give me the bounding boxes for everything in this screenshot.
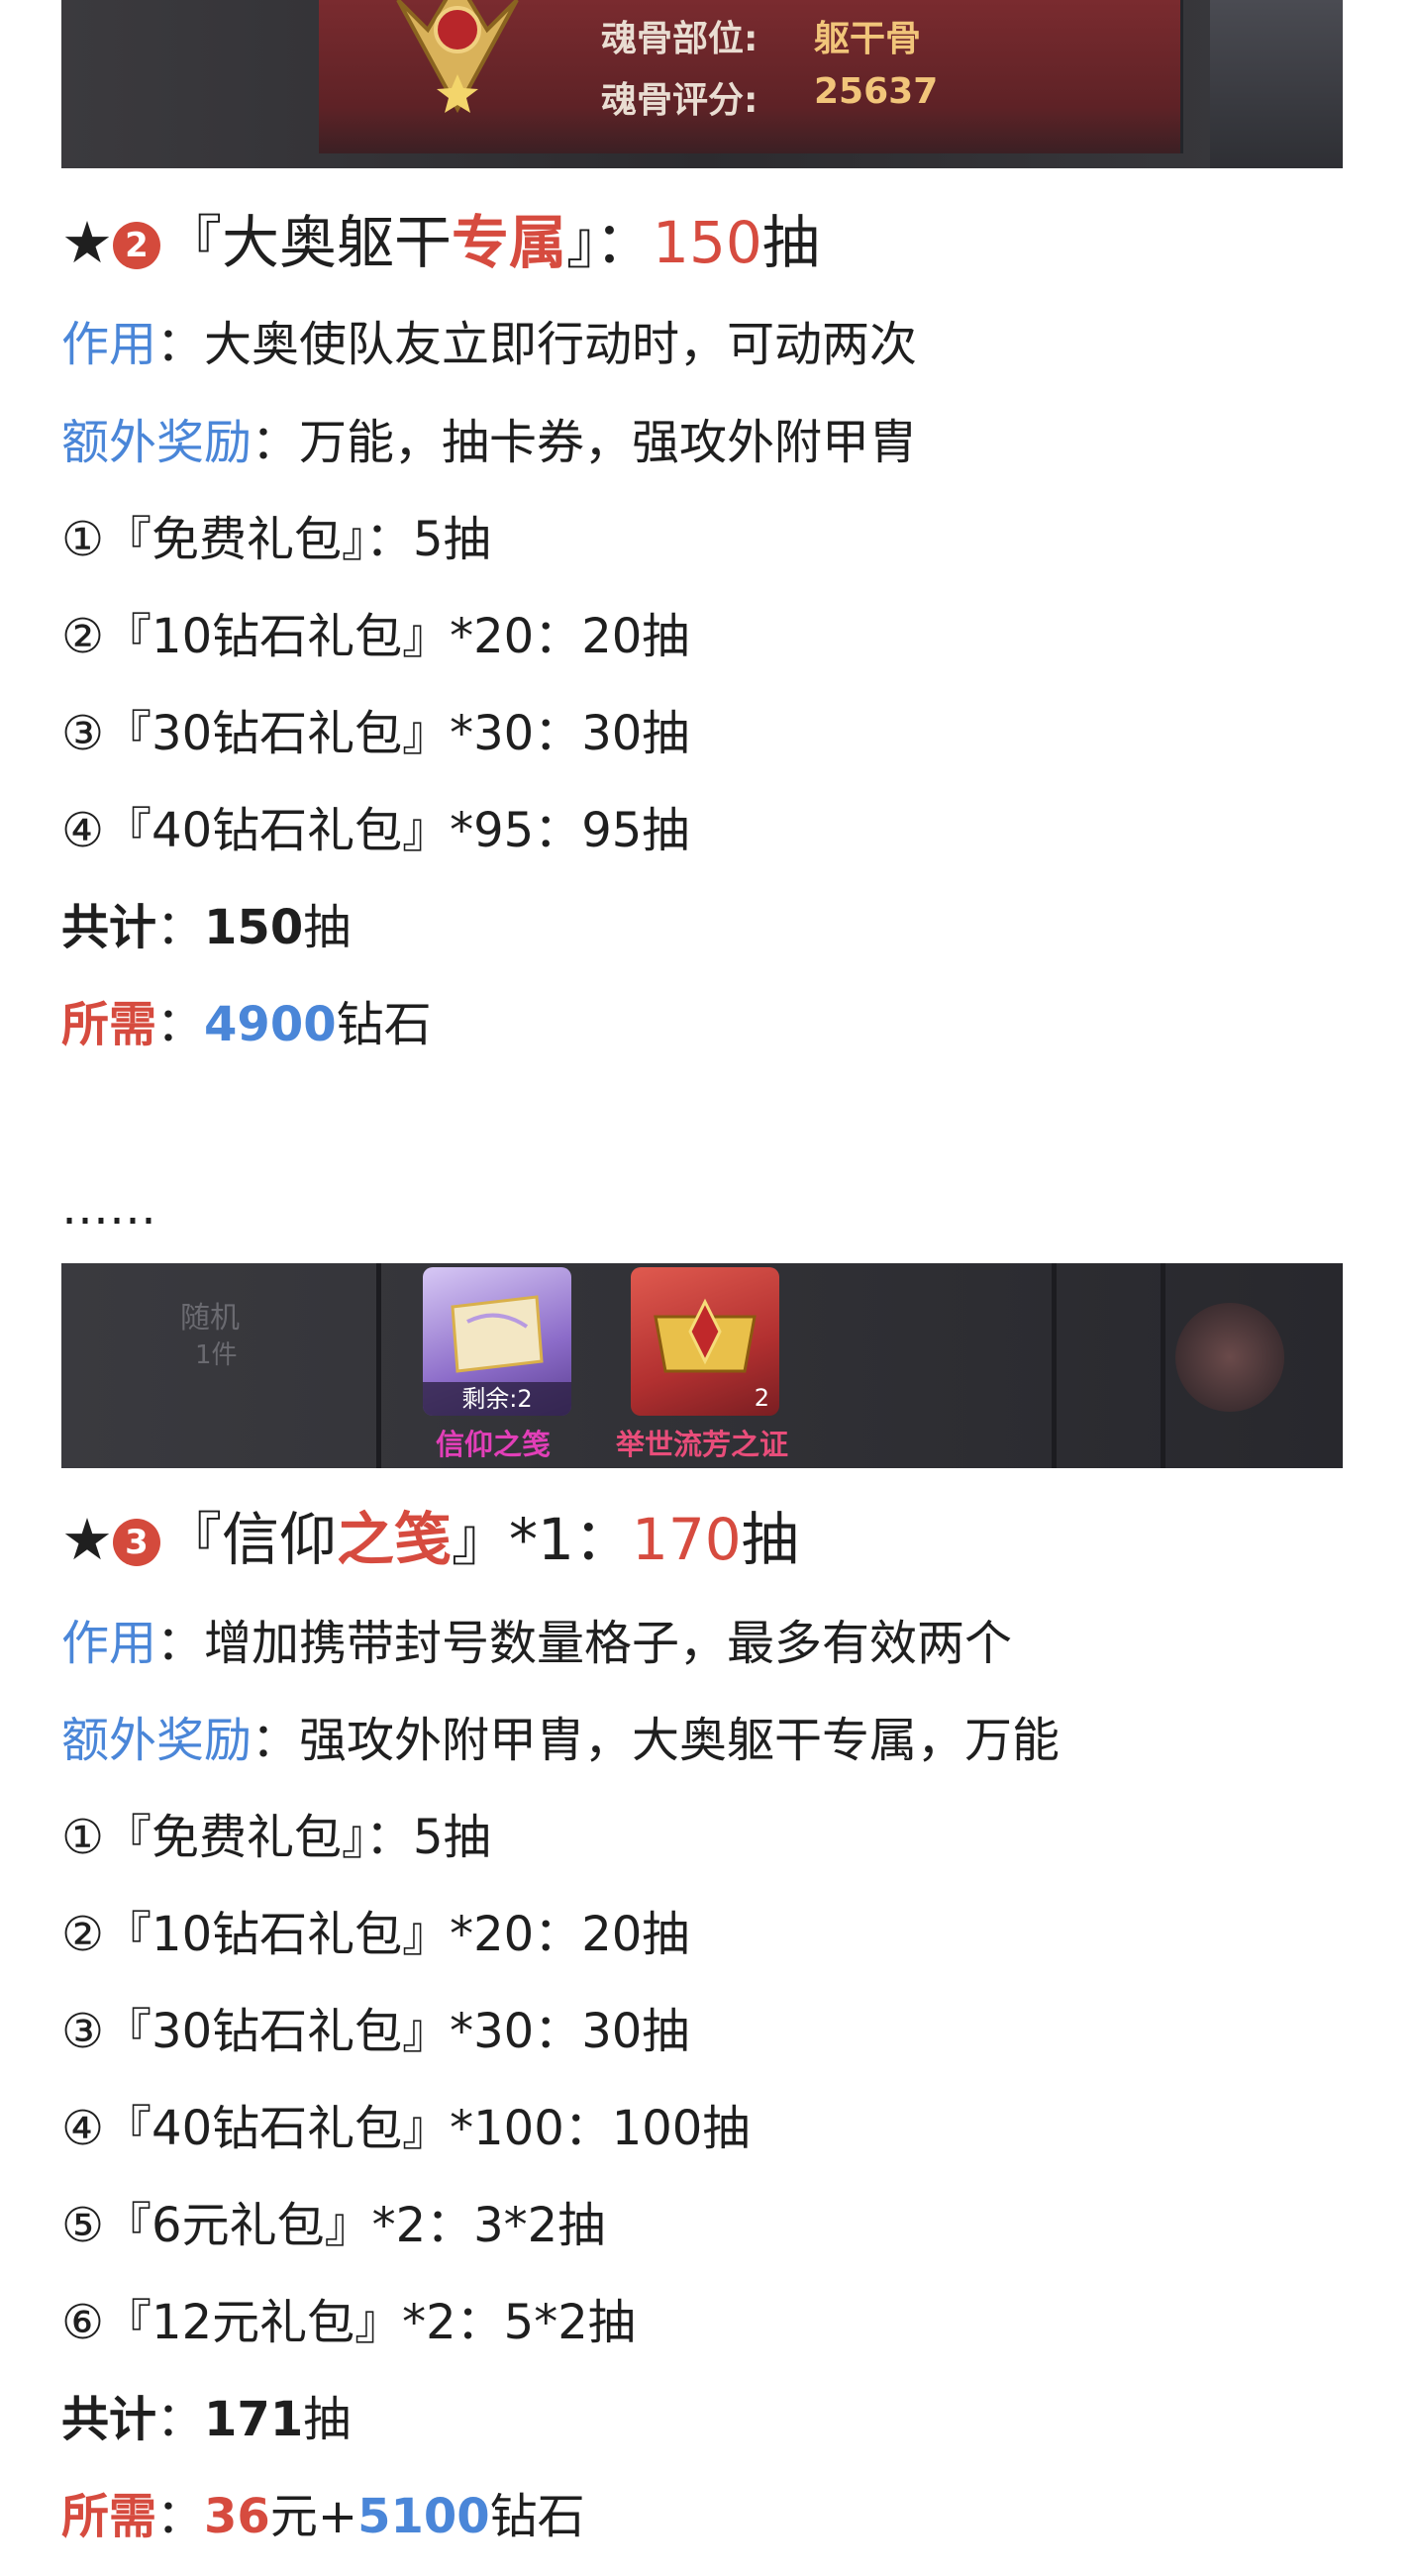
section-2-heading: ★ 2 『大奥躯干专属』：150抽	[61, 208, 820, 277]
cost-label: 所需	[61, 2489, 157, 2544]
star-icon: ★	[61, 209, 113, 276]
bone-score-value: 25637	[814, 71, 939, 112]
effect-line: 作用：大奥使队友立即行动时，可动两次	[61, 315, 917, 374]
list-item: ②『10钻石礼包』*20：20抽	[61, 609, 690, 664]
glory-emblem-icon	[654, 1298, 757, 1373]
bone-score-label: 魂骨评分:	[601, 80, 759, 121]
bonus-line: 额外奖励：强攻外附甲胄，大奥躯干专属，万能	[61, 1711, 1060, 1770]
total-label: 共计	[61, 2392, 157, 2447]
total-unit: 抽	[303, 2392, 352, 2447]
bone-part-value: 躯干骨	[814, 19, 922, 59]
glory-proof-caption: 举世流芳之证	[616, 1428, 789, 1461]
total-number: 171	[204, 2392, 304, 2447]
effect-label: 作用	[61, 1616, 157, 1671]
number-badge: 3	[113, 1519, 160, 1566]
total-unit: 抽	[303, 900, 352, 955]
faith-letter-card[interactable]: 剩余:2	[423, 1267, 571, 1416]
soul-bone-banner: 魂骨部位: 躯干骨 魂骨评分: 25637	[61, 0, 1343, 168]
random-label: 随机	[180, 1301, 240, 1336]
effect-text: ：大奥使队友立即行动时，可动两次	[156, 317, 918, 372]
list-item: ④『40钻石礼包』*100：100抽	[61, 2101, 751, 2156]
heading-count: 150	[653, 209, 762, 276]
banner-divider	[1052, 1263, 1057, 1468]
glory-proof-card[interactable]: 2	[631, 1267, 779, 1416]
bonus-label: 额外奖励	[61, 1713, 253, 1768]
effect-line: 作用：增加携带封号数量格子，最多有效两个	[61, 1614, 1012, 1673]
heading-title-part: 『大奥躯干	[164, 209, 453, 276]
section-3-heading: ★ 3 『信仰之笺』*1：170抽	[61, 1505, 799, 1574]
total-sep: ：	[156, 900, 205, 955]
heading-title-highlight: 之笺	[337, 1506, 453, 1573]
list-item: ④『40钻石礼包』*95：95抽	[61, 803, 690, 858]
banner-side-frame	[1210, 0, 1343, 168]
total-label: 共计	[61, 900, 157, 955]
random-count-label: 1件	[195, 1340, 238, 1370]
cost-sep: ：	[156, 2489, 205, 2544]
total-number: 150	[204, 900, 304, 955]
list-item: ③『30钻石礼包』*30：30抽	[61, 706, 690, 761]
heading-title-highlight: 专属	[452, 209, 567, 276]
heading-count-unit: 抽	[761, 209, 820, 276]
cost-label: 所需	[61, 997, 157, 1052]
cost-number-diamond: 5100	[357, 2489, 490, 2544]
bonus-text: ：万能，抽卡券，强攻外附甲胄	[252, 415, 918, 470]
faith-letter-caption: 信仰之笺	[436, 1428, 552, 1461]
heading-title-part: 』：	[566, 209, 654, 276]
cost-unit-yuan: 元+	[269, 2489, 358, 2544]
list-item: ⑥『12元礼包』*2：5*2抽	[61, 2295, 636, 2350]
total-line: 共计：171抽	[61, 2390, 351, 2449]
cost-line: 所需：4900钻石	[61, 995, 432, 1054]
banner-divider	[1161, 1263, 1165, 1468]
list-item: ⑤『6元礼包』*2：3*2抽	[61, 2198, 606, 2253]
cost-number-yuan: 36	[204, 2489, 270, 2544]
effect-label: 作用	[61, 317, 157, 372]
effect-text: ：增加携带封号数量格子，最多有效两个	[156, 1616, 1013, 1671]
bonus-label: 额外奖励	[61, 415, 253, 470]
letter-icon	[451, 1295, 544, 1373]
cost-line: 所需：36元+5100钻石	[61, 2487, 585, 2546]
cost-sep: ：	[156, 997, 205, 1052]
number-badge: 2	[113, 222, 160, 269]
quantity-badge: 2	[754, 1384, 769, 1412]
star-icon: ★	[61, 1506, 113, 1573]
heading-count-unit: 抽	[741, 1506, 799, 1573]
soul-bone-emblem-icon	[396, 0, 519, 114]
locked-item-icon	[1175, 1303, 1284, 1412]
banner-divider	[376, 1263, 381, 1468]
list-item: ②『10钻石礼包』*20：20抽	[61, 1907, 690, 1962]
reward-items-banner: 随机 1件 剩余:2 信仰之笺 2 举世流芳之证	[61, 1263, 1343, 1468]
list-item: ①『免费礼包』：5抽	[61, 1810, 491, 1865]
bonus-text: ：强攻外附甲胄，大奥躯干专属，万能	[252, 1713, 1061, 1768]
list-item: ③『30钻石礼包』*30：30抽	[61, 2004, 690, 2059]
cost-unit-diamond: 钻石	[489, 2489, 585, 2544]
ellipsis-text: ……	[61, 1180, 156, 1236]
heading-title-part: 『信仰	[164, 1506, 338, 1573]
heading-title-part: 』*1：	[452, 1506, 632, 1573]
heading-count: 170	[631, 1506, 742, 1573]
remaining-badge: 剩余:2	[423, 1382, 571, 1416]
bone-part-label: 魂骨部位:	[601, 19, 759, 59]
total-line: 共计：150抽	[61, 898, 351, 957]
list-item: ①『免费礼包』：5抽	[61, 512, 491, 567]
total-sep: ：	[156, 2392, 205, 2447]
cost-unit: 钻石	[336, 997, 432, 1052]
bonus-line: 额外奖励：万能，抽卡券，强攻外附甲胄	[61, 413, 917, 472]
cost-number: 4900	[204, 997, 337, 1052]
